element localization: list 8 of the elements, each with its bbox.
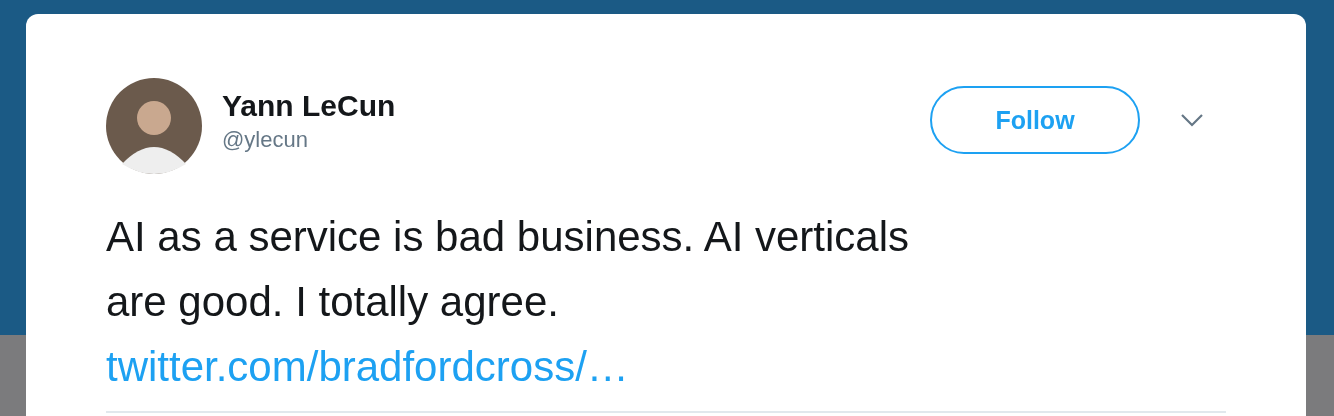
chevron-down-icon[interactable]: [1180, 113, 1204, 127]
follow-button[interactable]: Follow: [930, 86, 1140, 154]
tweet-text: AI as a service is bad business. AI verticals: [106, 212, 910, 262]
author-name[interactable]: Yann LeCun: [222, 86, 930, 126]
avatar[interactable]: [106, 78, 202, 174]
tweet-text: are good. I totally agree.: [106, 277, 559, 327]
author-handle[interactable]: @ylecun: [222, 126, 930, 154]
tweet-link[interactable]: twitter.com/bradfordcross/…: [106, 334, 629, 399]
